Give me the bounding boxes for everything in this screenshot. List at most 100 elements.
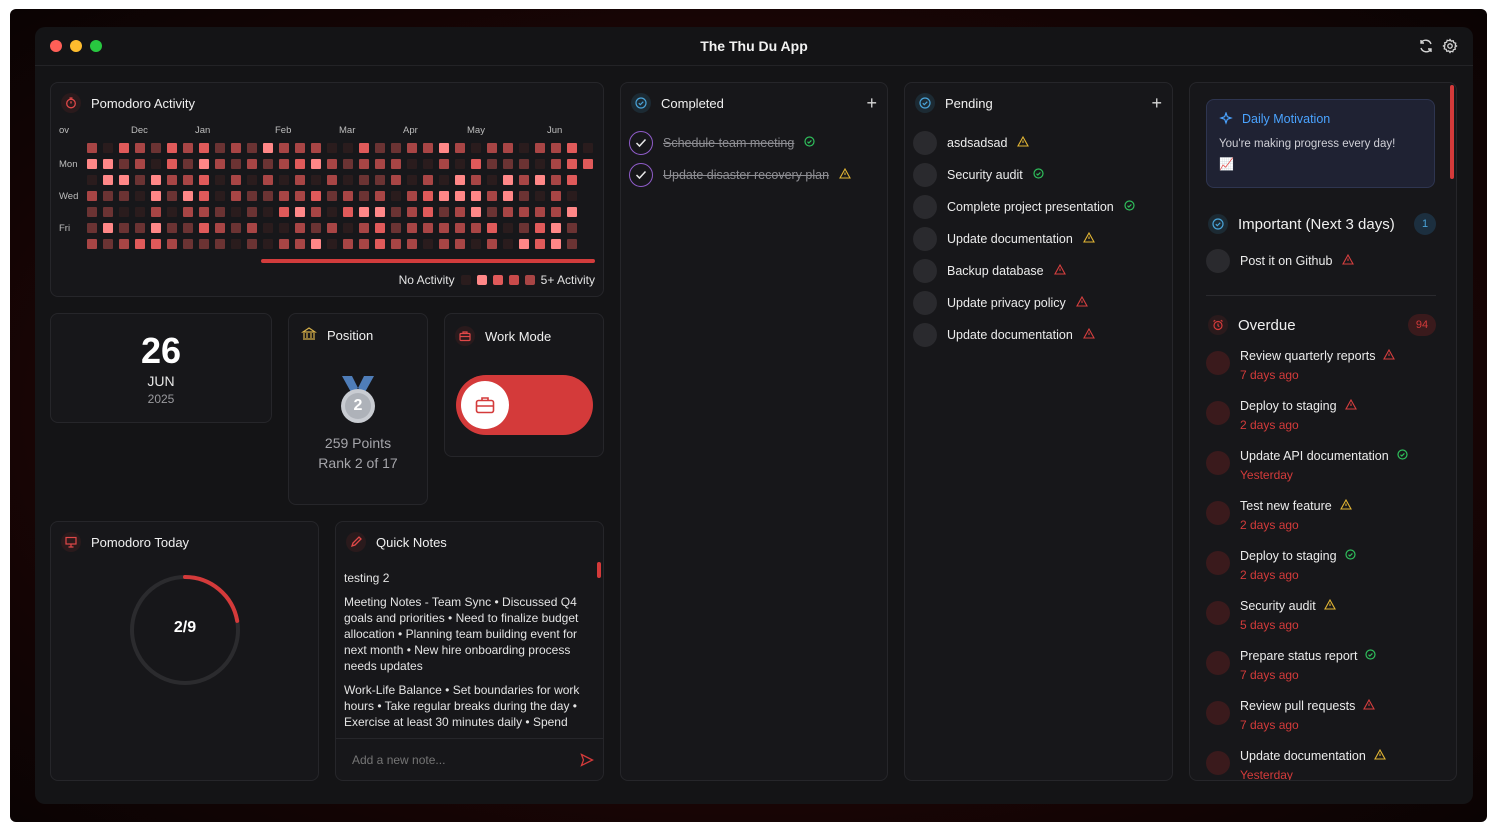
task-checkbox[interactable] [1206, 601, 1230, 625]
heatmap-cell[interactable] [215, 223, 225, 233]
heatmap-cell[interactable] [87, 159, 97, 169]
heatmap-cell[interactable] [391, 159, 401, 169]
heatmap-cell[interactable] [295, 223, 305, 233]
heatmap-cell[interactable] [375, 175, 385, 185]
heatmap-cell[interactable] [455, 175, 465, 185]
heatmap-cell[interactable] [119, 159, 129, 169]
task-checkbox[interactable] [913, 259, 937, 283]
heatmap-cell[interactable] [151, 175, 161, 185]
heatmap-cell[interactable] [167, 223, 177, 233]
heatmap-cell[interactable] [119, 143, 129, 153]
heatmap-cell[interactable] [263, 191, 273, 201]
heatmap-cell[interactable] [359, 191, 369, 201]
heatmap-cell[interactable] [423, 191, 433, 201]
heatmap-cell[interactable] [519, 159, 529, 169]
heatmap-cell[interactable] [199, 175, 209, 185]
heatmap-cell[interactable] [343, 223, 353, 233]
task-item[interactable]: Update documentation [913, 223, 1163, 255]
heatmap-cell[interactable] [359, 239, 369, 249]
heatmap-cell[interactable] [487, 207, 497, 217]
heatmap-cell[interactable] [343, 159, 353, 169]
task-checkbox[interactable] [1206, 401, 1230, 425]
heatmap-cell[interactable] [247, 159, 257, 169]
heatmap-cell[interactable] [327, 207, 337, 217]
note-item[interactable]: Meeting Notes - Team Sync • Discussed Q4… [344, 594, 592, 674]
heatmap-cell[interactable] [119, 191, 129, 201]
heatmap-cell[interactable] [471, 175, 481, 185]
heatmap-cell[interactable] [327, 159, 337, 169]
heatmap-cell[interactable] [167, 239, 177, 249]
heatmap-cell[interactable] [279, 223, 289, 233]
heatmap-cell[interactable] [391, 143, 401, 153]
heatmap-cell[interactable] [311, 159, 321, 169]
add-pending-task-plus-icon[interactable]: + [1151, 93, 1162, 114]
heatmap-cell[interactable] [487, 223, 497, 233]
heatmap-cell[interactable] [455, 207, 465, 217]
heatmap-cell[interactable] [391, 223, 401, 233]
heatmap-cell[interactable] [535, 223, 545, 233]
heatmap-cell[interactable] [135, 239, 145, 249]
heatmap-cell[interactable] [87, 143, 97, 153]
heatmap-cell[interactable] [103, 239, 113, 249]
task-checkbox[interactable] [913, 227, 937, 251]
heatmap-cell[interactable] [247, 175, 257, 185]
task-checkbox[interactable] [1206, 501, 1230, 525]
heatmap-cell[interactable] [295, 175, 305, 185]
heatmap-cell[interactable] [567, 143, 577, 153]
heatmap-cell[interactable] [423, 239, 433, 249]
heatmap-cell[interactable] [567, 159, 577, 169]
heatmap-cell[interactable] [119, 175, 129, 185]
heatmap-cell[interactable] [231, 223, 241, 233]
heatmap-cell[interactable] [167, 143, 177, 153]
heatmap-cell[interactable] [199, 143, 209, 153]
heatmap-cell[interactable] [119, 223, 129, 233]
heatmap-cell[interactable] [167, 175, 177, 185]
heatmap-cell[interactable] [135, 207, 145, 217]
heatmap-cell[interactable] [423, 223, 433, 233]
overdue-task-item[interactable]: Review pull requests 7 days ago [1206, 698, 1436, 749]
heatmap-cell[interactable] [279, 239, 289, 249]
heatmap-cell[interactable] [311, 143, 321, 153]
heatmap-cell[interactable] [279, 143, 289, 153]
heatmap-cell[interactable] [263, 175, 273, 185]
task-item[interactable]: asdsadsad [913, 127, 1163, 159]
heatmap-cell[interactable] [407, 223, 417, 233]
heatmap-cell[interactable] [327, 239, 337, 249]
heatmap-cell[interactable] [423, 207, 433, 217]
overdue-task-item[interactable]: Deploy to staging 2 days ago [1206, 549, 1436, 599]
task-checkbox[interactable] [1206, 651, 1230, 675]
heatmap-cell[interactable] [231, 159, 241, 169]
heatmap-cell[interactable] [535, 143, 545, 153]
overdue-task-item[interactable]: Security audit 5 days ago [1206, 598, 1436, 649]
heatmap-cell[interactable] [455, 223, 465, 233]
heatmap-cell[interactable] [103, 223, 113, 233]
heatmap-cell[interactable] [503, 143, 513, 153]
heatmap-cell[interactable] [215, 239, 225, 249]
task-checkbox[interactable] [913, 131, 937, 155]
heatmap-cell[interactable] [471, 143, 481, 153]
heatmap-cell[interactable] [231, 239, 241, 249]
heatmap-cell[interactable] [359, 143, 369, 153]
heatmap-cell[interactable] [503, 191, 513, 201]
heatmap-cell[interactable] [439, 207, 449, 217]
heatmap-cell[interactable] [567, 175, 577, 185]
heatmap-cell[interactable] [119, 207, 129, 217]
heatmap-cell[interactable] [343, 143, 353, 153]
heatmap-cell[interactable] [423, 175, 433, 185]
sidebar-scrollbar[interactable] [1450, 85, 1454, 179]
note-item[interactable]: testing 2 [344, 570, 592, 586]
heatmap-cell[interactable] [391, 175, 401, 185]
notes-scrollbar[interactable] [597, 562, 601, 578]
heatmap-cell[interactable] [519, 239, 529, 249]
heatmap-cell[interactable] [263, 207, 273, 217]
heatmap-cell[interactable] [407, 159, 417, 169]
heatmap-cell[interactable] [535, 239, 545, 249]
heatmap-cell[interactable] [567, 239, 577, 249]
heatmap-cell[interactable] [359, 207, 369, 217]
heatmap-cell[interactable] [215, 159, 225, 169]
heatmap-cell[interactable] [407, 191, 417, 201]
heatmap-cell[interactable] [135, 159, 145, 169]
heatmap-cell[interactable] [551, 239, 561, 249]
refresh-icon[interactable] [1418, 38, 1434, 54]
heatmap-cell[interactable] [103, 191, 113, 201]
